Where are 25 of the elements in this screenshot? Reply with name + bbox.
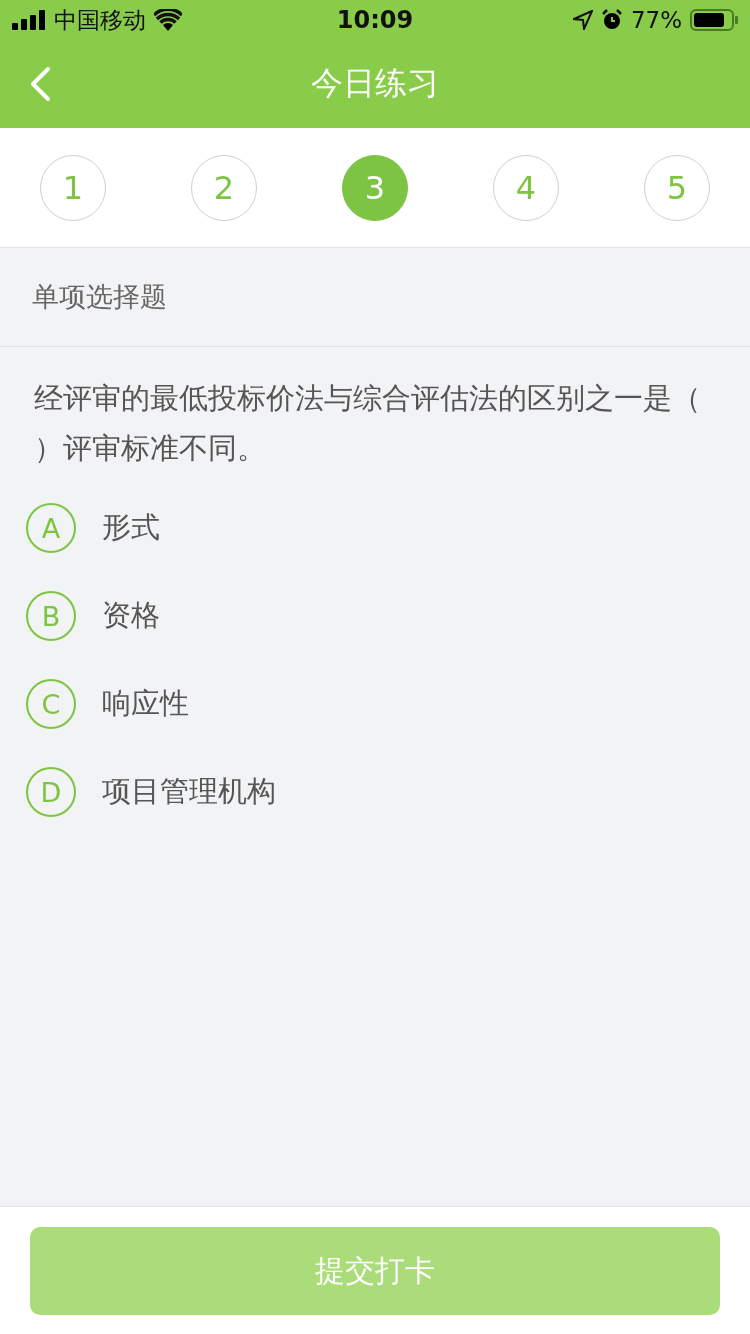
alarm-clock-icon (600, 9, 623, 31)
option-letter-circle[interactable]: C (26, 679, 76, 729)
battery-percent: 77% (630, 7, 682, 33)
option-text[interactable]: 形式 (102, 508, 160, 548)
question-number-tab[interactable]: 1 (40, 154, 106, 221)
question-text: 经评审的最低投标价法与综合评估法的区别之一是（）评审标准不同。 (33, 380, 702, 467)
carrier-name: 中国移动 (54, 5, 146, 35)
signal-icon (12, 10, 46, 30)
option-text[interactable]: 资格 (102, 596, 160, 636)
option-text[interactable]: 项目管理机构 (102, 772, 276, 812)
question-number-tab[interactable]: 3 (342, 154, 408, 221)
option-letter-circle[interactable]: D (26, 767, 76, 817)
status-time: 10:09 (336, 6, 414, 34)
question-type: 单项选择题 (32, 280, 167, 314)
option-letter-circle[interactable]: A (26, 503, 76, 553)
wifi-icon (154, 9, 182, 31)
page-title: 今日练习 (311, 63, 439, 104)
option-text[interactable]: 响应性 (102, 684, 189, 724)
question-number-tab[interactable]: 2 (191, 154, 257, 221)
option-letter-circle[interactable]: B (26, 591, 76, 641)
back-icon[interactable] (28, 66, 52, 102)
question-number-tab[interactable]: 5 (644, 154, 710, 221)
battery-icon (690, 9, 738, 31)
question-number-tab[interactable]: 4 (493, 154, 559, 221)
location-arrow-icon (572, 10, 593, 30)
